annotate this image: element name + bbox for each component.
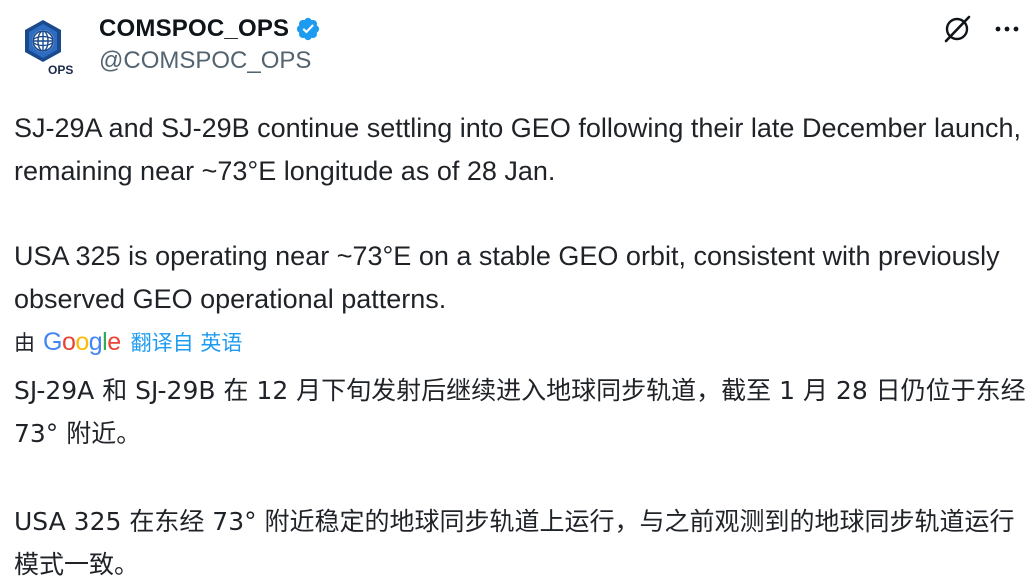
avatar-text: OPS — [48, 63, 73, 77]
author-handle[interactable]: @COMSPOC_OPS — [99, 47, 311, 75]
avatar[interactable]: OPS — [19, 18, 79, 78]
more-horizontal-icon[interactable] — [992, 14, 1022, 44]
grok-icon[interactable] — [942, 14, 972, 44]
author-name-row: COMSPOC_OPS — [99, 13, 321, 45]
verified-badge-icon — [295, 16, 321, 42]
translated-from-link[interactable]: 翻译自 英语 — [131, 327, 243, 357]
tweet-paragraph: SJ-29A and SJ-29B continue settling into… — [14, 113, 1022, 186]
tweet-header: OPS COMSPOC_OPS @COMSPOC_OPS — [0, 0, 1034, 90]
tweet-paragraph: USA 325 is operating near ~73°E on a sta… — [14, 241, 1000, 314]
translation-attribution: 由 Google 翻译自 英语 — [14, 326, 242, 358]
translated-paragraph: USA 325 在东经 73° 附近稳定的地球同步轨道上运行，与之前观测到的地球… — [14, 507, 1015, 579]
google-logo: Google — [43, 327, 121, 356]
translated-paragraph: SJ-29A 和 SJ-29B 在 12 月下旬发射后继续进入地球同步轨道，截至… — [14, 376, 1026, 448]
author-display-name[interactable]: COMSPOC_OPS — [99, 15, 289, 43]
comspoc-logo-icon: OPS — [25, 20, 73, 77]
translated-by-label: 由 — [14, 331, 35, 355]
tweet-card: OPS COMSPOC_OPS @COMSPOC_OPS SJ-29A and … — [0, 0, 1034, 585]
